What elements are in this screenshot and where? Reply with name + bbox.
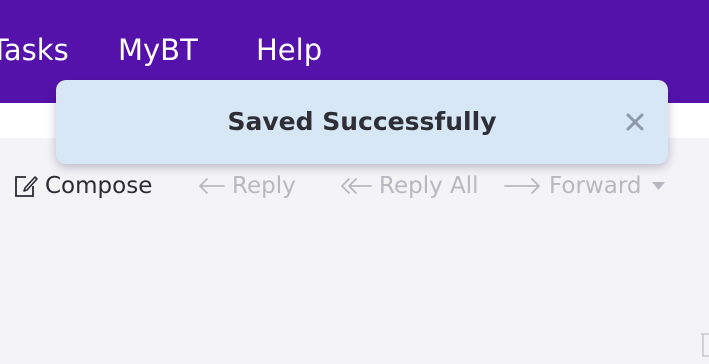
message-toolbar: Compose Reply Reply All Forward [0,158,709,357]
close-icon[interactable] [620,107,650,137]
reply-arrow-icon [196,176,226,196]
compose-icon [13,173,39,199]
forward-arrow-icon [503,176,543,196]
nav-mybt[interactable]: MyBT [118,30,198,70]
compose-label: Compose [45,173,153,199]
delete-icon[interactable] [700,330,709,360]
reply-all-label: Reply All [379,173,479,199]
forward-button[interactable]: Forward [503,158,665,214]
save-notification-toast: Saved Successfully [56,80,668,164]
reply-button[interactable]: Reply [196,158,296,214]
forward-label: Forward [549,173,642,199]
reply-all-arrow-icon [339,176,373,196]
toast-message: Saved Successfully [227,107,497,136]
chevron-down-icon[interactable] [651,182,665,190]
nav-tasks[interactable]: Tasks [0,30,69,70]
nav-help[interactable]: Help [256,30,322,70]
reply-all-button[interactable]: Reply All [339,158,479,214]
reply-label: Reply [232,173,296,199]
compose-button[interactable]: Compose [13,158,152,214]
